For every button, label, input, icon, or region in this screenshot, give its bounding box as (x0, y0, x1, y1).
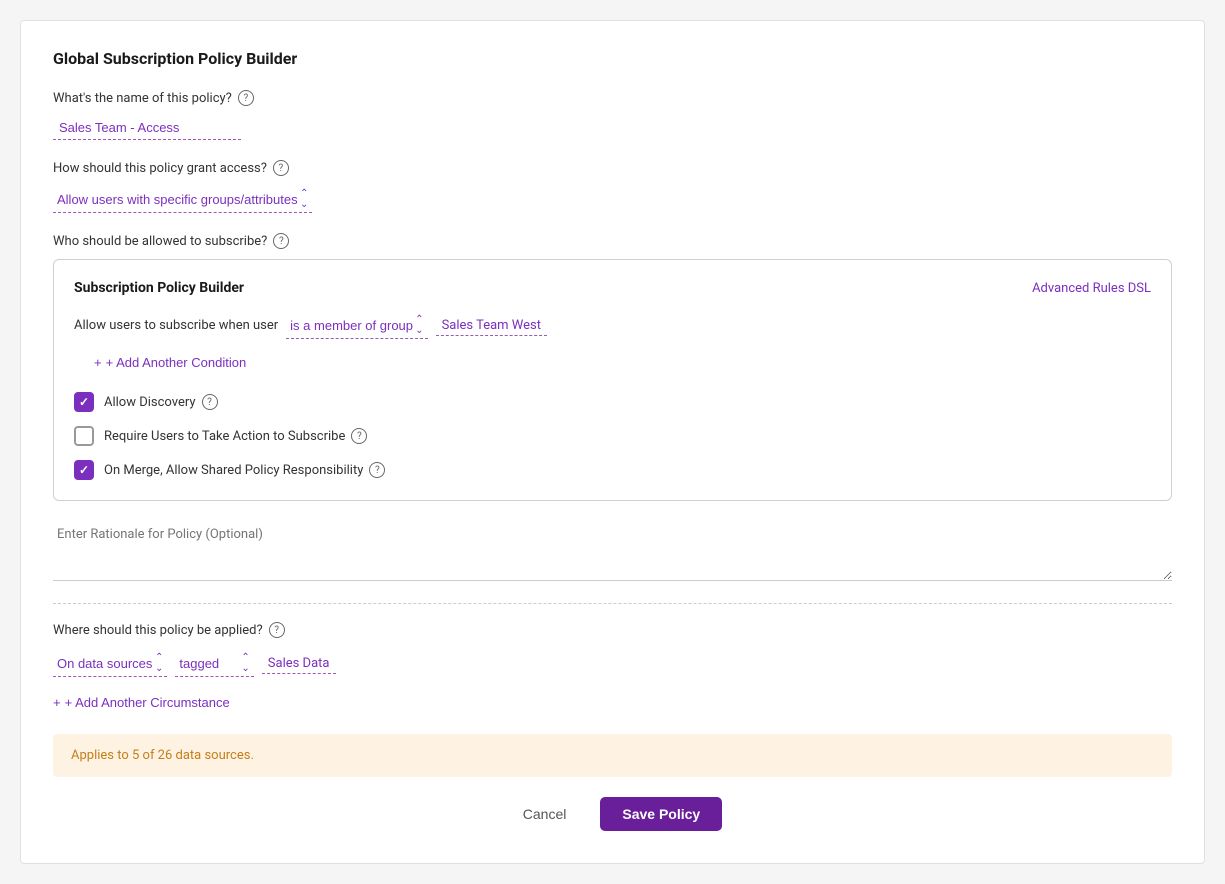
policy-name-help-icon[interactable]: ? (238, 90, 254, 106)
main-container: Global Subscription Policy Builder What'… (20, 20, 1205, 864)
grant-access-select[interactable]: Allow users with specific groups/attribu… (57, 192, 312, 207)
cancel-button[interactable]: Cancel (503, 797, 587, 831)
allow-discovery-label: Allow Discovery ? (104, 394, 218, 410)
apply-section-help-icon[interactable]: ? (269, 622, 285, 638)
grant-access-select-wrapper: Allow users with specific groups/attribu… (53, 186, 312, 213)
footer-actions: Cancel Save Policy (53, 797, 1172, 831)
policy-name-input[interactable] (53, 116, 241, 140)
info-banner-text: Applies to 5 of 26 data sources. (71, 748, 254, 763)
advanced-rules-link[interactable]: Advanced Rules DSL (1032, 281, 1151, 296)
apply-section-label: Where should this policy be applied? ? (53, 622, 1172, 638)
add-condition-button[interactable]: + + Add Another Condition (94, 351, 246, 374)
add-condition-plus-icon: + (94, 355, 102, 370)
allow-discovery-check-icon: ✓ (79, 395, 89, 409)
checkboxes-section: ✓ Allow Discovery ? Require Users to Tak… (74, 392, 1151, 480)
policy-builder-box: Subscription Policy Builder Advanced Rul… (53, 259, 1172, 501)
rationale-wrapper (53, 521, 1172, 585)
on-merge-checkbox[interactable]: ✓ (74, 460, 94, 480)
add-circumstance-button[interactable]: + + Add Another Circumstance (53, 691, 230, 714)
grant-access-label: How should this policy grant access? ? (53, 160, 1172, 176)
condition-prefix: Allow users to subscribe when user (74, 318, 278, 333)
save-policy-button[interactable]: Save Policy (600, 797, 722, 831)
policy-builder-header: Subscription Policy Builder Advanced Rul… (74, 280, 1151, 296)
allow-discovery-row: ✓ Allow Discovery ? (74, 392, 1151, 412)
require-action-row: Require Users to Take Action to Subscrib… (74, 426, 1151, 446)
info-banner: Applies to 5 of 26 data sources. (53, 734, 1172, 777)
tagged-selector[interactable]: tagged owned by in schema (179, 656, 253, 671)
condition-row: Allow users to subscribe when user is a … (74, 312, 1151, 339)
grant-access-help-icon[interactable]: ? (273, 160, 289, 176)
require-action-checkbox[interactable] (74, 426, 94, 446)
section-divider (53, 603, 1172, 604)
require-action-label: Require Users to Take Action to Subscrib… (104, 428, 367, 444)
policy-name-label: What's the name of this policy? ? (53, 90, 1172, 106)
circumstance-row: On data sources On assets On tables ⌃⌄ t… (53, 650, 1172, 677)
allow-discovery-help-icon[interactable]: ? (202, 394, 218, 410)
datasource-selector-wrapper: On data sources On assets On tables ⌃⌄ (53, 650, 167, 677)
subscribe-label: Who should be allowed to subscribe? ? (53, 233, 1172, 249)
on-merge-check-icon: ✓ (79, 463, 89, 477)
allow-discovery-checkbox[interactable]: ✓ (74, 392, 94, 412)
condition-selector[interactable]: is a member of group has attribute is in… (290, 318, 427, 333)
subscribe-help-icon[interactable]: ? (273, 233, 289, 249)
page-title: Global Subscription Policy Builder (53, 49, 1172, 68)
policy-builder-title: Subscription Policy Builder (74, 280, 244, 296)
on-merge-help-icon[interactable]: ? (369, 462, 385, 478)
tagged-selector-wrapper: tagged owned by in schema ⌃⌄ (175, 650, 253, 677)
tag-value[interactable]: Sales Data (262, 654, 336, 674)
condition-group-value[interactable]: Sales Team West (436, 316, 547, 336)
require-action-help-icon[interactable]: ? (351, 428, 367, 444)
add-circumstance-plus-icon: + (53, 695, 61, 710)
datasource-selector[interactable]: On data sources On assets On tables (57, 656, 167, 671)
rationale-textarea[interactable] (53, 521, 1172, 581)
add-circumstance-label: + Add Another Circumstance (65, 695, 230, 710)
on-merge-label: On Merge, Allow Shared Policy Responsibi… (104, 462, 385, 478)
add-condition-label: + Add Another Condition (106, 355, 247, 370)
on-merge-row: ✓ On Merge, Allow Shared Policy Responsi… (74, 460, 1151, 480)
condition-selector-wrapper: is a member of group has attribute is in… (286, 312, 427, 339)
